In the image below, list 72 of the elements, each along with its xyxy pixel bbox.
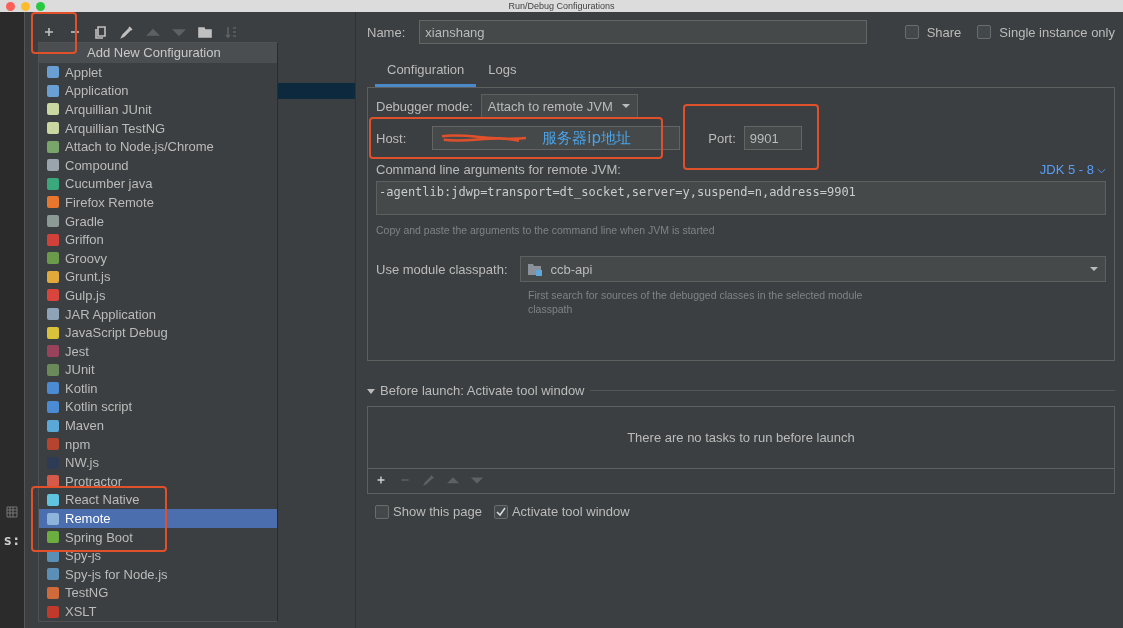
debugger-mode-label: Debugger mode:	[376, 98, 473, 114]
arguments-label: Command line arguments for remote JVM:	[376, 162, 621, 177]
module-dropdown[interactable]: ccb-api	[519, 256, 1106, 282]
copy-icon[interactable]	[93, 24, 109, 40]
menu-item[interactable]: Jest	[39, 341, 277, 361]
checkbox-label: Show this page	[393, 504, 482, 519]
menu-item[interactable]: Compound	[39, 155, 277, 175]
menu-title: Add New Configuration	[39, 43, 277, 63]
menu-item[interactable]: Spy-js for Node.js	[39, 565, 277, 584]
menu-item[interactable]: JavaScript Debug	[39, 323, 277, 342]
tab[interactable]: Logs	[476, 58, 529, 87]
close-icon[interactable]	[6, 1, 15, 11]
name-label: Name:	[367, 24, 406, 40]
module-folder-icon	[526, 262, 543, 276]
menu-item[interactable]: Protractor	[39, 472, 277, 491]
menu-item[interactable]: Gradle	[39, 211, 277, 231]
host-label: Host:	[376, 130, 407, 146]
checkbox-label: Single instance only	[999, 24, 1115, 40]
menu-item[interactable]: Groovy	[39, 248, 277, 268]
window-title: Run/Debug Configurations	[507, 0, 616, 12]
menu-item[interactable]: Application	[39, 81, 277, 101]
grid-icon[interactable]	[6, 506, 18, 518]
menu-item[interactable]: Cucumber java	[39, 174, 277, 194]
checkbox[interactable]	[493, 504, 508, 519]
menu-item[interactable]: npm	[39, 434, 277, 454]
menu-item[interactable]: Attach to Node.js/Chrome	[39, 137, 277, 156]
checkbox[interactable]	[904, 25, 919, 39]
menu-item[interactable]: Remote	[39, 509, 277, 528]
module-classpath-label: Use module classpath:	[376, 261, 508, 277]
console-text: s:	[3, 532, 21, 548]
debugger-mode-dropdown[interactable]: Attach to remote JVM	[480, 94, 638, 118]
menu-item[interactable]: Gulp.js	[39, 286, 277, 305]
annotation-frame	[31, 12, 77, 54]
arguments-field[interactable]: -agentlib:jdwp=transport=dt_socket,server=y,suspend=n,address=9901	[376, 181, 1106, 215]
menu-item[interactable]: Spring Boot	[39, 527, 277, 547]
module-hint: First search for sources of the debugged classes in the selected module classpath	[528, 288, 864, 316]
menu-item[interactable]: TestNG	[39, 583, 277, 603]
empty-message: There are no tasks to run before launch	[627, 430, 855, 445]
annotation-text: 服务器ip地址	[542, 128, 632, 148]
expand-triangle-icon[interactable]	[367, 386, 375, 395]
checkbox-label: Share	[926, 24, 962, 40]
tab[interactable]: Configuration	[375, 58, 477, 87]
name-field[interactable]: xianshang	[419, 20, 868, 44]
menu-item[interactable]: Arquillian JUnit	[39, 100, 277, 119]
menu-item[interactable]: NW.js	[39, 453, 277, 473]
port-field[interactable]: 9901	[743, 126, 802, 150]
menu-item[interactable]: JUnit	[39, 360, 277, 380]
menu-item[interactable]: Applet	[39, 63, 277, 82]
checkbox-label: Activate tool window	[511, 504, 630, 519]
menu-item[interactable]: XSLT	[39, 602, 277, 621]
port-label: Port:	[708, 130, 736, 146]
menu-item[interactable]: Griffon	[39, 230, 277, 249]
dropdown-arrow-icon	[620, 103, 631, 109]
menu-item[interactable]: Kotlin	[39, 379, 277, 398]
checkbox[interactable]	[375, 504, 389, 519]
section-title: Before launch: Activate tool window	[380, 383, 585, 398]
menu-item[interactable]: Firefox Remote	[39, 193, 277, 212]
checkbox[interactable]	[977, 25, 992, 39]
menu-item[interactable]: Grunt.js	[39, 267, 277, 287]
menu-item[interactable]: Kotlin script	[39, 397, 277, 417]
dropdown-arrow-icon	[1089, 266, 1099, 272]
menu-item[interactable]: Arquillian TestNG	[39, 118, 277, 138]
chevron-down-icon	[1097, 168, 1106, 174]
menu-item[interactable]: React Native	[39, 490, 277, 510]
folder-icon[interactable]	[197, 24, 213, 40]
host-field[interactable]: 服务器ip地址	[432, 126, 681, 150]
menu-item[interactable]: Maven	[39, 416, 277, 435]
minimize-icon[interactable]	[21, 1, 30, 11]
jdk-version-dropdown[interactable]: JDK 5 - 8	[1039, 162, 1106, 177]
maximize-icon[interactable]	[36, 1, 45, 11]
arguments-hint: Copy and paste the arguments to the command line when JVM is started	[376, 224, 716, 236]
menu-item[interactable]: JAR Application	[39, 304, 277, 324]
